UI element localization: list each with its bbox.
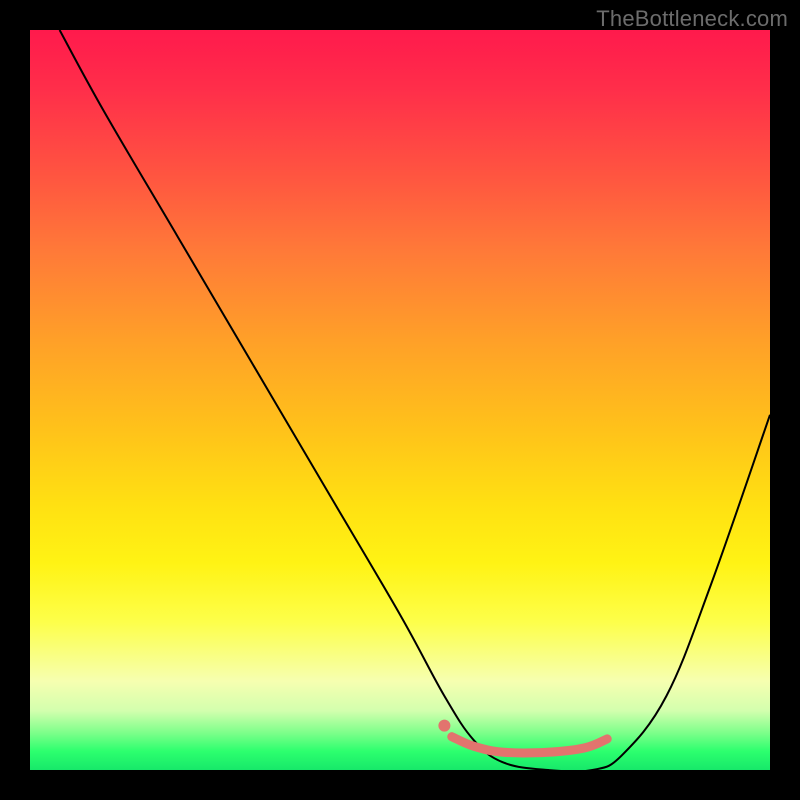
watermark-label: TheBottleneck.com [596,6,788,32]
bottleneck-curve [60,30,770,770]
chart-frame: TheBottleneck.com [0,0,800,800]
chart-svg [30,30,770,770]
optimal-range-band [452,737,607,753]
current-config-dot [438,720,450,732]
plot-area [30,30,770,770]
